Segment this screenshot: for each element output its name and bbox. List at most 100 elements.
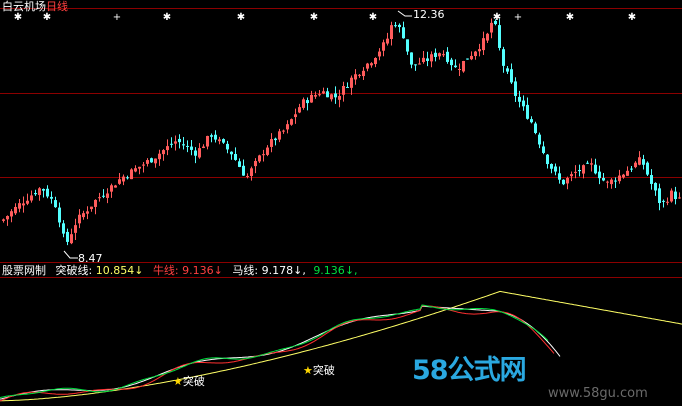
candle-body xyxy=(62,223,65,234)
candle-body xyxy=(594,164,597,174)
indicator-lines xyxy=(0,290,682,402)
candle-body xyxy=(666,201,669,203)
breakout-line xyxy=(0,290,682,402)
candle-body xyxy=(114,185,117,188)
star-marker-icon: ✱ xyxy=(163,12,171,23)
candle-body xyxy=(534,123,537,133)
breakout-line-label: 突破线: xyxy=(55,264,93,277)
candle-body xyxy=(398,24,401,28)
candle-body xyxy=(442,54,445,56)
candle-body xyxy=(150,158,153,163)
candle-body xyxy=(478,49,481,52)
candle-body xyxy=(662,200,665,202)
indicator-name[interactable]: 股票网制 xyxy=(2,264,46,277)
candle-body xyxy=(510,69,513,83)
candle-body xyxy=(90,206,93,210)
star-marker-icon: ✱ xyxy=(237,12,245,23)
candle-body xyxy=(410,52,413,65)
candle-body xyxy=(174,141,177,144)
candle-body xyxy=(78,214,81,224)
candle-body xyxy=(70,234,73,244)
candle-body xyxy=(674,191,677,200)
candlesticks xyxy=(2,18,681,246)
watermark-logo: 58公式网 xyxy=(412,348,527,387)
candle-body xyxy=(18,203,21,209)
candle-body xyxy=(166,146,169,151)
candle-body xyxy=(242,165,245,176)
candle-body xyxy=(282,130,285,132)
star-marker-icon: ✱ xyxy=(14,12,22,23)
candle-body xyxy=(270,139,273,147)
candle-body xyxy=(542,146,545,153)
extra-arrow-icon: ↓ xyxy=(344,264,355,277)
candle-body xyxy=(462,61,465,72)
candle-body xyxy=(522,100,525,107)
candle-body xyxy=(574,171,577,173)
plus-marker-icon: + xyxy=(514,12,522,23)
candle-body xyxy=(670,190,673,202)
candle-body xyxy=(158,153,161,160)
candle-body xyxy=(642,159,645,165)
star-marker-icon: ✱ xyxy=(369,12,377,23)
candle-body xyxy=(302,99,305,108)
price-gridlines xyxy=(0,8,682,278)
candle-body xyxy=(634,162,637,168)
candle-body xyxy=(582,165,585,174)
candle-body xyxy=(654,182,657,191)
candle-body xyxy=(14,206,17,214)
candle-body xyxy=(286,124,289,130)
candle-body xyxy=(554,166,557,172)
candle-body xyxy=(426,58,429,61)
candle-body xyxy=(186,145,189,147)
chart-canvas: ✱ ✱ + ✱ ✱ ✱ ✱ ✱ + ✱ ✱ xyxy=(0,8,682,402)
candle-body xyxy=(74,225,77,233)
candle-body xyxy=(182,144,185,146)
candle-body xyxy=(470,55,473,60)
candle-body xyxy=(10,211,13,217)
candle-body xyxy=(382,42,385,51)
candle-body xyxy=(42,189,45,191)
candle-body xyxy=(578,170,581,172)
candle-body xyxy=(122,176,125,182)
candle-body xyxy=(162,150,165,155)
candle-body xyxy=(30,195,33,201)
high-price-label: 12.36 xyxy=(413,8,445,21)
candle-body xyxy=(58,207,61,223)
candle-body xyxy=(26,200,29,204)
chart-header: 白云机场日线 xyxy=(2,1,68,13)
star-marker-icon: ✱ xyxy=(628,12,636,23)
candle-body xyxy=(54,200,57,208)
candle-body xyxy=(110,185,113,192)
candle-body xyxy=(238,161,241,167)
candle-body xyxy=(498,25,501,48)
horse-line-label: 马线: xyxy=(232,264,259,277)
candle-body xyxy=(142,164,145,166)
candle-body xyxy=(490,22,493,33)
star-marker-icon: ✱ xyxy=(566,12,574,23)
candle-body xyxy=(170,143,173,145)
candle-body xyxy=(610,179,613,185)
candle-body xyxy=(394,25,397,27)
candle-body xyxy=(218,139,221,142)
candle-body xyxy=(586,162,589,164)
candle-body xyxy=(370,63,373,66)
candle-body xyxy=(130,169,133,180)
bull-line-value: 9.136 xyxy=(182,264,214,277)
candle-body xyxy=(430,54,433,62)
period-label[interactable]: 日线 xyxy=(46,0,68,13)
candle-body xyxy=(378,51,381,57)
watermark-url: www.58gu.com xyxy=(548,386,648,401)
candle-body xyxy=(418,63,421,65)
candle-body xyxy=(502,49,505,66)
stock-name: 白云机场 xyxy=(2,0,46,13)
candle-body xyxy=(606,181,609,183)
bull-arrow-icon: ↓ xyxy=(213,264,223,277)
candle-body xyxy=(614,180,617,182)
candle-body xyxy=(322,91,325,94)
candle-body xyxy=(190,146,193,150)
candle-body xyxy=(538,134,541,145)
candle-body xyxy=(562,179,565,185)
candle-body xyxy=(314,95,317,97)
candle-body xyxy=(230,151,233,155)
candle-body xyxy=(294,114,297,118)
